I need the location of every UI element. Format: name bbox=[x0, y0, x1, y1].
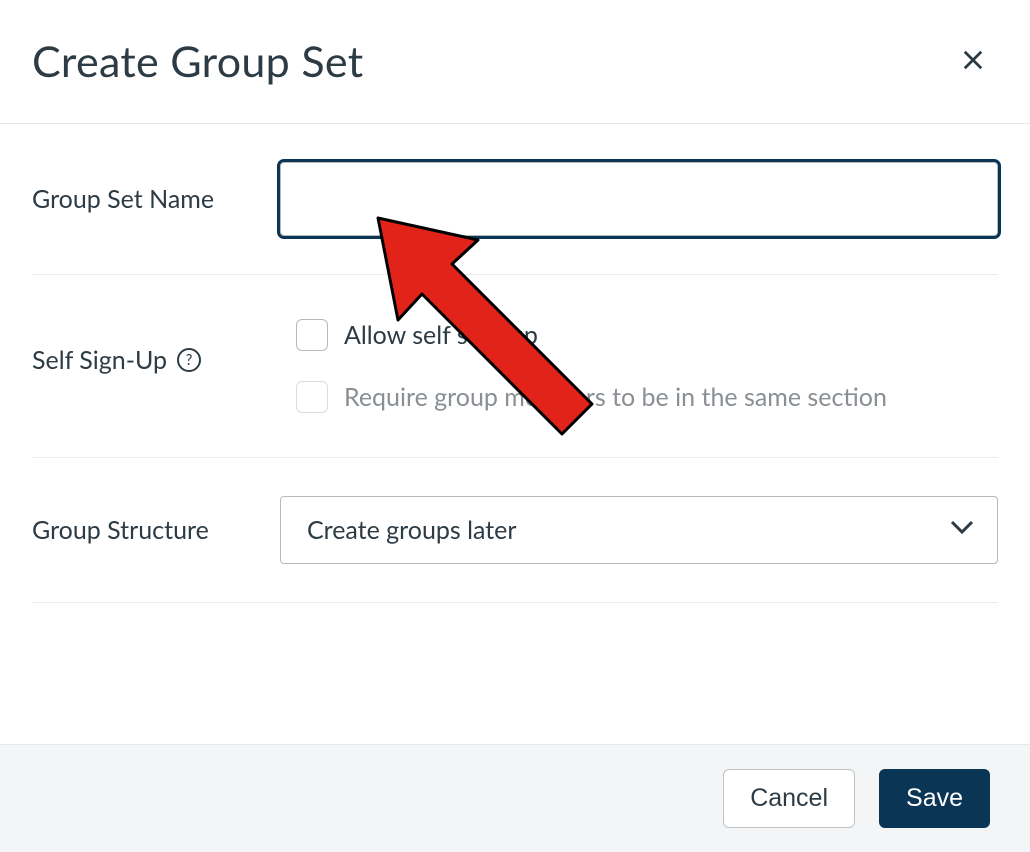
require-same-section-checkbox: Require group members to be in the same … bbox=[296, 381, 998, 413]
group-structure-label: Group Structure bbox=[32, 515, 280, 545]
close-icon bbox=[962, 59, 984, 74]
self-sign-up-options: Allow self sign-up Require group members… bbox=[280, 313, 998, 419]
self-sign-up-label-wrap: Self Sign-Up ? bbox=[32, 313, 280, 375]
cancel-button[interactable]: Cancel bbox=[723, 769, 855, 828]
allow-self-sign-up-checkbox[interactable]: Allow self sign-up bbox=[296, 319, 998, 351]
require-same-section-label: Require group members to be in the same … bbox=[344, 382, 887, 412]
save-button[interactable]: Save bbox=[879, 769, 990, 828]
row-group-set-name: Group Set Name bbox=[32, 124, 998, 275]
allow-self-sign-up-label: Allow self sign-up bbox=[344, 320, 538, 350]
close-button[interactable] bbox=[956, 43, 990, 80]
modal-header: Create Group Set bbox=[0, 0, 1030, 124]
group-set-name-input[interactable] bbox=[280, 162, 998, 236]
group-set-name-label: Group Set Name bbox=[32, 184, 280, 214]
modal-body: Group Set Name Self Sign-Up ? Allow self… bbox=[0, 124, 1030, 744]
self-sign-up-label: Self Sign-Up bbox=[32, 345, 167, 375]
create-group-set-modal: Create Group Set Group Set Name Self Sig… bbox=[0, 0, 1030, 852]
checkbox-box bbox=[296, 319, 328, 351]
checkbox-box bbox=[296, 381, 328, 413]
modal-title: Create Group Set bbox=[32, 36, 363, 87]
help-icon[interactable]: ? bbox=[177, 348, 201, 372]
modal-footer: Cancel Save bbox=[0, 744, 1030, 852]
group-structure-selected: Create groups later bbox=[307, 515, 516, 545]
row-self-sign-up: Self Sign-Up ? Allow self sign-up Requir… bbox=[32, 275, 998, 458]
row-group-structure: Group Structure Create groups later bbox=[32, 458, 998, 603]
group-structure-select[interactable]: Create groups later bbox=[280, 496, 998, 564]
